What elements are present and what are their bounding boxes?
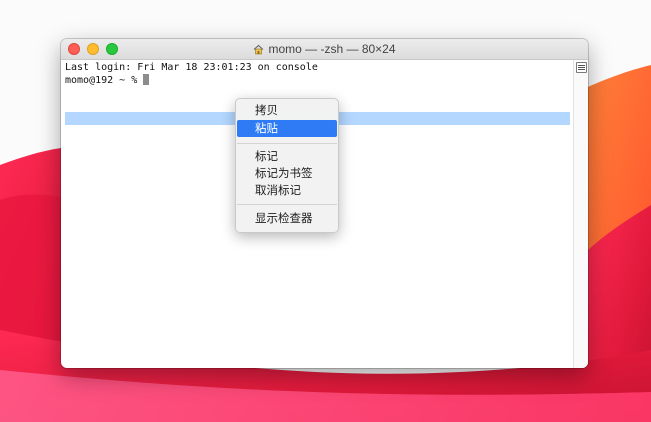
- last-login-line: Last login: Fri Mar 18 23:01:23 on conso…: [65, 62, 318, 73]
- context-menu: 拷贝 粘贴 标记 标记为书签 取消标记 显示检查器: [235, 98, 339, 233]
- prompt-line: momo@192 ~ %: [65, 74, 150, 87]
- menu-item-copy[interactable]: 拷贝: [237, 102, 337, 119]
- menu-separator: [237, 143, 337, 144]
- window-title: momo — -zsh — 80×24: [61, 39, 588, 59]
- split-pane-icon[interactable]: [576, 62, 587, 73]
- menu-item-bookmark[interactable]: 标记为书签: [237, 165, 337, 182]
- home-folder-icon: [253, 41, 264, 61]
- menu-separator: [237, 204, 337, 205]
- menu-item-mark[interactable]: 标记: [237, 148, 337, 165]
- menu-item-paste[interactable]: 粘贴: [237, 120, 337, 137]
- title-bar[interactable]: momo — -zsh — 80×24: [61, 39, 588, 60]
- window-title-text: momo — -zsh — 80×24: [268, 42, 396, 56]
- menu-item-show-inspector[interactable]: 显示检查器: [237, 210, 337, 227]
- text-cursor: [143, 74, 150, 85]
- prompt-text: momo@192 ~ %: [65, 75, 144, 86]
- scrollbar[interactable]: [573, 60, 588, 368]
- menu-item-unmark[interactable]: 取消标记: [237, 182, 337, 199]
